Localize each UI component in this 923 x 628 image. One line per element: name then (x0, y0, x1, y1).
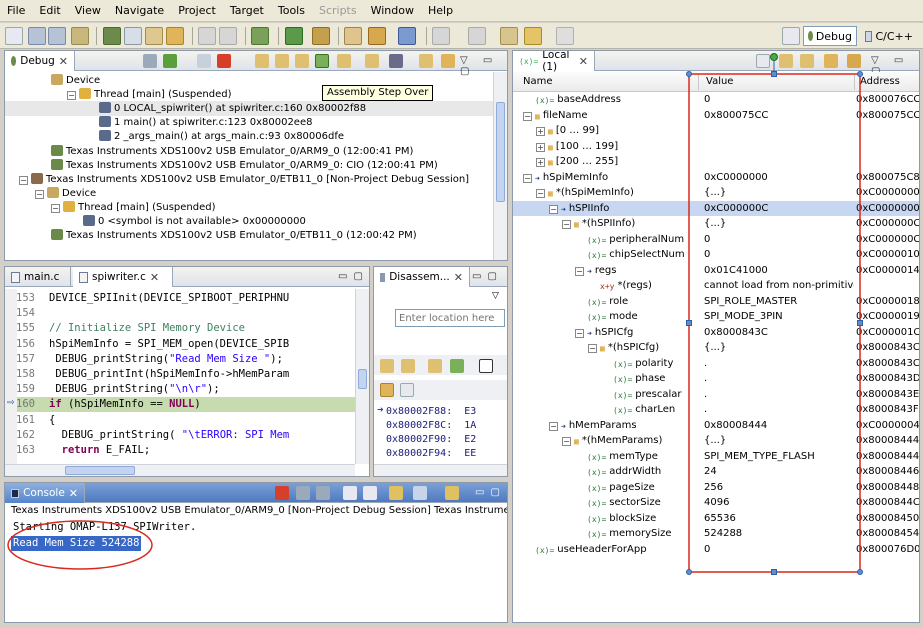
annotation-overlay (7, 53, 861, 573)
selection-handle[interactable] (771, 71, 777, 77)
selection-handle[interactable] (686, 71, 692, 77)
selection-handle[interactable] (771, 569, 777, 575)
selection-handle[interactable] (857, 71, 863, 77)
selection-handle[interactable] (686, 320, 692, 326)
annotation-rectangle (688, 73, 861, 573)
selection-handle[interactable] (857, 569, 863, 575)
selection-handle[interactable] (686, 569, 692, 575)
selection-handle[interactable] (857, 320, 863, 326)
annotation-ellipse (7, 520, 153, 570)
